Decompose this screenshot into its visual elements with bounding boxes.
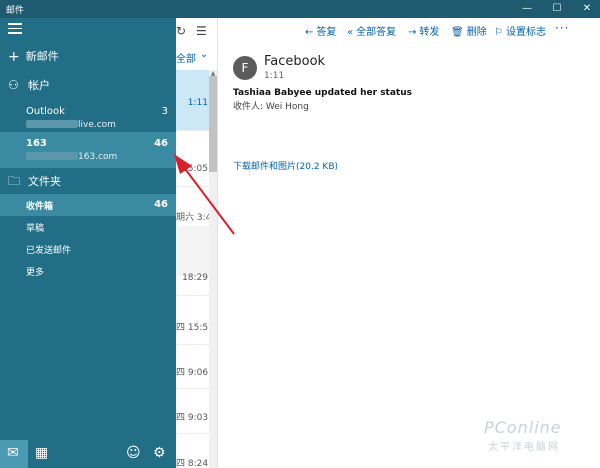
flag-button[interactable]: ⚐ 设置标志 [494,23,546,38]
list-item-time: 1:11 [187,98,208,108]
filter-dropdown[interactable]: 全部 [176,50,196,65]
account-address: live.com [26,120,116,130]
unread-count: 3 [161,106,168,117]
list-item-time: 四 15:57 [176,323,214,333]
reply-arrow-icon: ← [305,27,314,38]
folder-more[interactable]: 更多 [0,260,176,282]
trash-icon: 🗑 [451,27,464,38]
watermark-logo: PConline [484,418,562,437]
message-subject: Tashiaa Babyee updated her status [233,88,412,98]
person-icon: ⚇ [8,78,19,92]
account-163[interactable]: 163 46 163.com [0,132,176,168]
account-address: 163.com [26,152,117,162]
navigation-drawer: + 新邮件 ⚇ 帐户 Outlook 3 live.com 163 46 163.c… [0,18,176,468]
list-divider [176,344,210,345]
command-bar: ← 答复 «全部答复 → 转发 🗑 删除 ⚐ 设置标志 ··· [219,18,600,42]
account-outlook[interactable]: Outlook 3 live.com [0,100,176,136]
flag-icon: ⚐ [494,27,503,38]
mail-icon: ✉ [7,445,19,461]
reading-pane: ← 答复 «全部答复 → 转发 🗑 删除 ⚐ 设置标志 ··· F Facebook 1… [219,18,600,468]
reply-all-button[interactable]: «全部答复 [347,23,396,38]
settings-gear-icon[interactable]: ⚙ [153,445,166,461]
list-item-time: 四 9:06 [176,368,209,378]
close-button[interactable]: ✕ [572,0,600,18]
new-mail-button[interactable]: + 新邮件 [8,48,59,65]
list-item-time: 四 9:03 [176,413,209,423]
plus-icon: + [8,49,20,65]
forward-button[interactable]: → 转发 [408,23,439,38]
list-item-time: 18:29 [182,273,208,283]
calendar-icon[interactable]: ▦ [35,445,48,461]
folder-sent[interactable]: 已发送邮件 [0,238,176,260]
folder-name: 收件箱 [26,202,54,212]
folder-name: 更多 [26,268,45,278]
folder-icon: 🗀 [8,174,21,188]
window-title: 邮件 [6,6,25,16]
reply-button[interactable]: ← 答复 [305,23,336,38]
sender-name: Facebook [264,54,326,69]
folder-drafts[interactable]: 草稿 [0,216,176,238]
list-divider [176,130,210,131]
select-mode-icon[interactable]: ☰ [196,24,207,38]
list-toolbar: ↻ ☰ [176,18,217,46]
list-divider [176,388,210,389]
sync-icon[interactable]: ↻ [176,24,186,38]
watermark: PConline 太平洋电脑网 [484,408,594,454]
redacted-address [26,120,78,128]
sent-time: 1:11 [264,71,285,81]
folder-name: 草稿 [26,224,45,234]
redacted-address [26,152,78,160]
reply-all-icon: « [347,27,354,38]
mail-app-button[interactable]: ✉ [0,440,28,468]
sender-avatar: F [233,56,257,80]
unread-count: 46 [154,138,168,149]
list-divider [176,295,210,296]
account-name: Outlook [26,106,65,117]
drawer-bottom-bar: ✉ ▦ ☺ ⚙ [0,440,176,468]
list-item-time: 四 8:24 [176,459,209,468]
message-list: ↻ ☰ 全部 ⌄ 1:11 15:05 期六 3:44 18:29 四 15:5… [176,18,218,468]
folders-header[interactable]: 🗀 文件夹 [8,172,61,193]
accounts-header[interactable]: ⚇ 帐户 [8,77,50,93]
list-divider [176,433,210,434]
title-bar: 邮件 — ☐ ✕ [0,0,600,18]
arrow-head [174,154,192,174]
watermark-subtitle: 太平洋电脑网 [488,442,560,453]
arrow-shaft [179,161,235,235]
account-name: 163 [26,138,47,149]
more-options-icon[interactable]: ··· [555,21,569,35]
folder-name: 已发送邮件 [26,246,72,256]
download-images-link[interactable]: 下载邮件和图片(20.2 KB) [233,159,338,172]
chevron-down-icon[interactable]: ⌄ [200,49,208,60]
delete-button[interactable]: 🗑 删除 [451,23,487,38]
recipient-line[interactable]: 收件人: Wei Hong [233,99,309,112]
forward-arrow-icon: → [408,27,417,38]
unread-count: 46 [154,199,168,210]
minimize-button[interactable]: — [512,0,542,18]
annotation-arrow [174,154,235,235]
hamburger-menu-icon[interactable] [8,23,22,35]
folder-inbox[interactable]: 收件箱 46 [0,194,176,216]
feedback-smiley-icon[interactable]: ☺ [126,445,141,461]
maximize-button[interactable]: ☐ [542,0,572,18]
